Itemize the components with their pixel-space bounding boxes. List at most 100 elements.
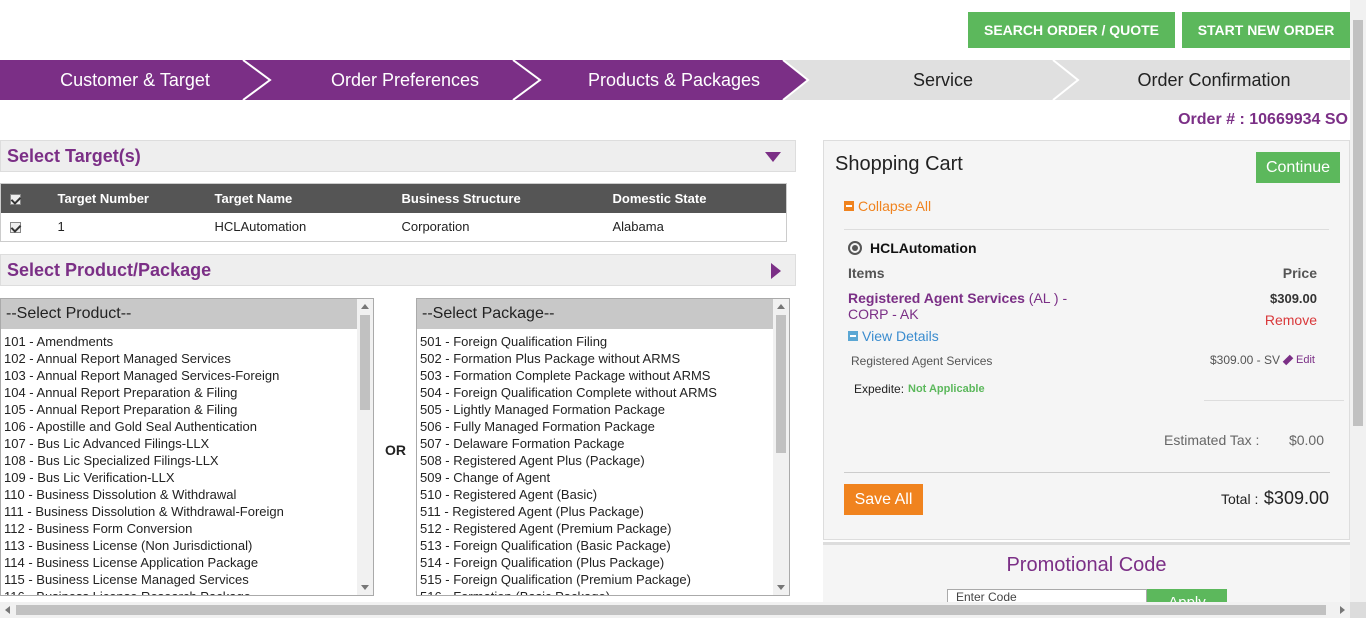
service-price: $309.00 - SV [1209, 353, 1281, 367]
scroll-thumb[interactable] [16, 605, 1326, 615]
cart-item-title[interactable]: Registered Agent Services [848, 290, 1025, 306]
list-item[interactable]: 107 - Bus Lic Advanced Filings-LLX [4, 435, 373, 452]
list-item[interactable]: 503 - Formation Complete Package without… [420, 367, 789, 384]
col-domestic-state: Domestic State [588, 183, 787, 213]
list-item[interactable]: 101 - Amendments [4, 333, 373, 350]
collapse-all-link[interactable]: Collapse All [844, 198, 931, 214]
step-customer-target[interactable]: Customer & Target [0, 60, 270, 100]
list-item[interactable]: 103 - Annual Report Managed Services-For… [4, 367, 373, 384]
items-label: Items [848, 265, 885, 281]
package-options[interactable]: 501 - Foreign Qualification Filing 502 - … [417, 329, 789, 595]
row-checkbox[interactable] [10, 222, 22, 234]
list-item[interactable]: 513 - Foreign Qualification (Basic Packa… [420, 537, 789, 554]
pencil-icon[interactable] [1282, 354, 1294, 366]
list-item[interactable]: 507 - Delaware Formation Package [420, 435, 789, 452]
table-header-row: Target Number Target Name Business Struc… [0, 183, 787, 213]
cart-target-name: HCLAutomation [870, 240, 977, 256]
step-service[interactable]: Service [808, 60, 1078, 100]
list-item[interactable]: 115 - Business License Managed Services [4, 571, 373, 588]
scroll-down-arrow-icon[interactable] [777, 585, 785, 590]
page-vertical-scrollbar[interactable] [1350, 0, 1366, 602]
search-order-quote-button[interactable]: SEARCH ORDER / QUOTE [968, 12, 1175, 48]
collapse-all-label[interactable]: Collapse All [858, 198, 931, 214]
package-placeholder[interactable]: --Select Package-- [417, 299, 774, 329]
list-item[interactable]: 515 - Foreign Qualification (Premium Pac… [420, 571, 789, 588]
scroll-up-arrow-icon[interactable] [361, 304, 369, 309]
list-item[interactable]: 102 - Annual Report Managed Services [4, 350, 373, 367]
expedite-value: Not Applicable [908, 383, 985, 395]
step-products-packages[interactable]: Products & Packages [540, 60, 808, 100]
or-separator: OR [385, 442, 406, 458]
list-item[interactable]: 508 - Registered Agent Plus (Package) [420, 452, 789, 469]
package-scrollbar[interactable] [773, 299, 789, 595]
list-item[interactable]: 516 - Formation (Basic Package) [420, 588, 789, 595]
cart-item-price: $309.00 [1270, 291, 1317, 306]
list-item[interactable]: 112 - Business Form Conversion [4, 520, 373, 537]
cart-item-line2: CORP - AK [848, 306, 919, 322]
list-item[interactable]: 111 - Business Dissolution & Withdrawal-… [4, 503, 373, 520]
step-order-preferences[interactable]: Order Preferences [270, 60, 540, 100]
list-item[interactable]: 110 - Business Dissolution & Withdrawal [4, 486, 373, 503]
cell-target-number: 1 [30, 212, 199, 242]
list-item[interactable]: 501 - Foreign Qualification Filing [420, 333, 789, 350]
list-item[interactable]: 116 - Business License Research Package [4, 588, 373, 595]
view-details-label[interactable]: View Details [862, 328, 939, 344]
collapse-triangle-down-icon[interactable] [765, 152, 781, 162]
cell-domestic-state: Alabama [588, 212, 787, 242]
expand-triangle-right-icon[interactable] [771, 263, 781, 279]
order-number: Order # : 10669934 SO [1178, 111, 1348, 128]
table-row[interactable]: 1 HCLAutomation Corporation Alabama [0, 212, 787, 242]
cart-item-suffix: (AL ) - [1024, 290, 1068, 306]
list-item[interactable]: 108 - Bus Lic Specialized Filings-LLX [4, 452, 373, 469]
row-checkbox-cell[interactable] [0, 212, 31, 242]
continue-button[interactable]: Continue [1256, 152, 1340, 183]
list-item[interactable]: 514 - Foreign Qualification (Plus Packag… [420, 554, 789, 571]
scroll-thumb[interactable] [360, 315, 370, 410]
remove-link[interactable]: Remove [1265, 312, 1317, 328]
select-targets-header[interactable]: Select Target(s) [0, 140, 796, 172]
select-product-header[interactable]: Select Product/Package [0, 254, 796, 286]
cart-item-name[interactable]: Registered Agent Services (AL ) - CORP -… [848, 290, 1088, 322]
scroll-right-arrow-icon[interactable] [1340, 606, 1345, 614]
package-listbox[interactable]: --Select Package-- 501 - Foreign Qualifi… [416, 298, 790, 596]
list-item[interactable]: 105 - Annual Report Preparation & Filing [4, 401, 373, 418]
col-target-number: Target Number [30, 183, 199, 213]
list-item[interactable]: 109 - Bus Lic Verification-LLX [4, 469, 373, 486]
view-details-link[interactable]: View Details [848, 328, 939, 344]
scroll-thumb[interactable] [1353, 20, 1363, 426]
total-label: Total : [1221, 491, 1259, 507]
scroll-left-arrow-icon[interactable] [5, 606, 10, 614]
cell-target-name: HCLAutomation [198, 212, 378, 242]
scroll-down-arrow-icon[interactable] [361, 585, 369, 590]
list-item[interactable]: 505 - Lightly Managed Formation Package [420, 401, 789, 418]
scroll-thumb[interactable] [776, 315, 786, 453]
start-new-order-button[interactable]: START NEW ORDER [1182, 12, 1350, 48]
step-order-confirmation[interactable]: Order Confirmation [1078, 60, 1350, 100]
list-item[interactable]: 509 - Change of Agent [420, 469, 789, 486]
minus-square-icon[interactable] [848, 331, 858, 341]
save-all-button[interactable]: Save All [844, 484, 923, 515]
product-placeholder[interactable]: --Select Product-- [1, 299, 358, 329]
select-product-title: Select Product/Package [7, 259, 212, 280]
service-name: Registered Agent Services [851, 354, 993, 368]
list-item[interactable]: 502 - Formation Plus Package without ARM… [420, 350, 789, 367]
scroll-up-arrow-icon[interactable] [777, 304, 785, 309]
product-options[interactable]: 101 - Amendments 102 - Annual Report Mana… [1, 329, 373, 595]
list-item[interactable]: 506 - Fully Managed Formation Package [420, 418, 789, 435]
list-item[interactable]: 504 - Foreign Qualification Complete wit… [420, 384, 789, 401]
col-target-name: Target Name [198, 183, 378, 213]
list-item[interactable]: 512 - Registered Agent (Premium Package) [420, 520, 789, 537]
select-all-header[interactable] [0, 183, 31, 213]
list-item[interactable]: 106 - Apostille and Gold Seal Authentica… [4, 418, 373, 435]
select-all-checkbox[interactable] [10, 193, 22, 205]
list-item[interactable]: 510 - Registered Agent (Basic) [420, 486, 789, 503]
list-item[interactable]: 104 - Annual Report Preparation & Filing [4, 384, 373, 401]
edit-link[interactable]: Edit [1296, 354, 1315, 366]
minus-square-icon[interactable] [844, 201, 854, 211]
product-listbox[interactable]: --Select Product-- 101 - Amendments 102 -… [0, 298, 374, 596]
list-item[interactable]: 511 - Registered Agent (Plus Package) [420, 503, 789, 520]
product-scrollbar[interactable] [357, 299, 373, 595]
list-item[interactable]: 114 - Business License Application Packa… [4, 554, 373, 571]
list-item[interactable]: 113 - Business License (Non Jurisdiction… [4, 537, 373, 554]
page-horizontal-scrollbar[interactable] [0, 602, 1350, 618]
